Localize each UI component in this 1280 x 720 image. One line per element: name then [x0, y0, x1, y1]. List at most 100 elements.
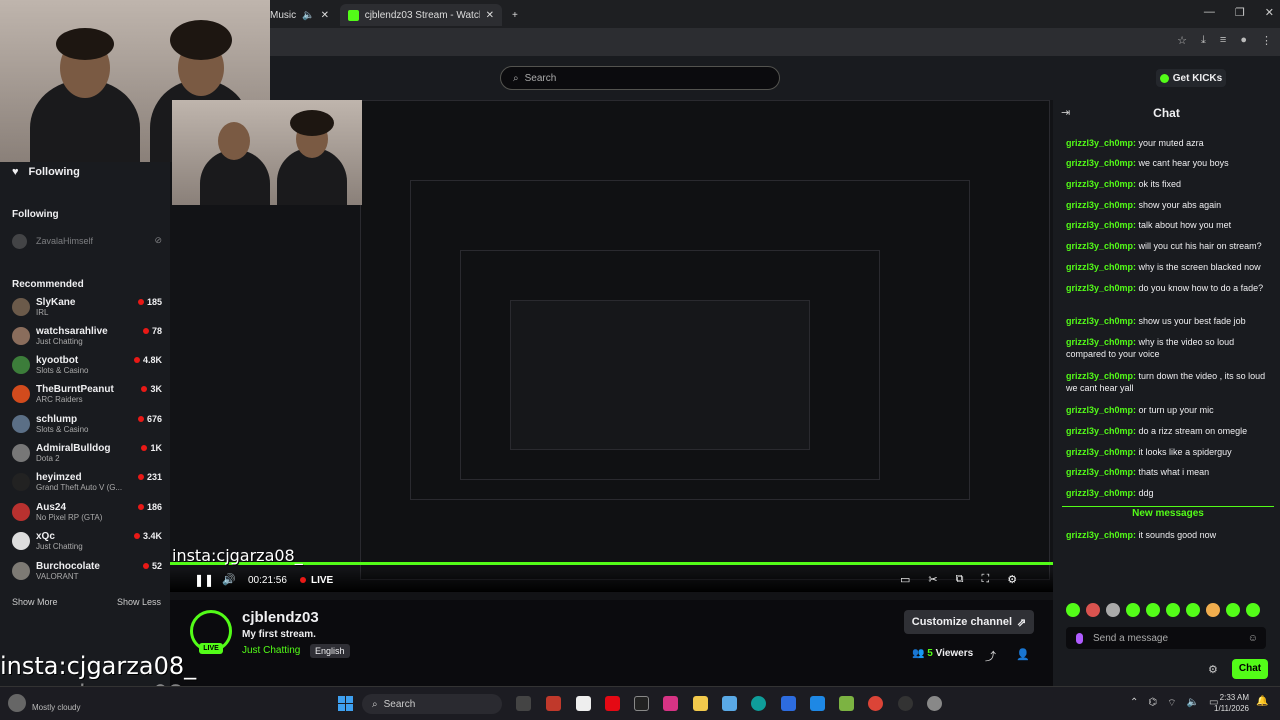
- settings-icon[interactable]: ⚙: [1007, 573, 1017, 586]
- pip-icon[interactable]: ⧉: [956, 573, 964, 586]
- sidebar-item-burchocolate[interactable]: Burchocolate VALORANT 52: [12, 561, 162, 583]
- sidebar-item-slykane[interactable]: SlyKane IRL 185: [12, 297, 162, 319]
- download-icon[interactable]: ⤓: [1201, 34, 1206, 47]
- search-input[interactable]: ⌕ Search: [500, 66, 780, 90]
- chat-text: ddg: [1138, 488, 1154, 498]
- chrome-icon[interactable]: [868, 696, 883, 711]
- chat-settings-icon[interactable]: ⚙: [1208, 663, 1218, 676]
- tab-music[interactable]: Music 🔈 ✕: [262, 4, 337, 26]
- obs-icon[interactable]: [898, 696, 913, 711]
- get-kicks-button[interactable]: Get KICKs: [1156, 69, 1226, 87]
- show-less-button[interactable]: Show Less: [117, 597, 161, 607]
- new-tab-button[interactable]: +: [504, 4, 526, 26]
- stream-category[interactable]: Just Chatting: [242, 645, 300, 656]
- chat-username[interactable]: grizzl3y_ch0mp:: [1066, 220, 1136, 230]
- emote-icon[interactable]: [1186, 603, 1200, 617]
- emote-icon[interactable]: [1206, 603, 1220, 617]
- windows-start-icon[interactable]: [338, 696, 353, 711]
- emote-icon[interactable]: [1126, 603, 1140, 617]
- sidebar-item-xqc[interactable]: xQc Just Chatting 3.4K: [12, 531, 162, 553]
- chat-username[interactable]: grizzl3y_ch0mp:: [1066, 447, 1136, 457]
- sidebar-following-header[interactable]: ♥ Following: [12, 166, 80, 178]
- youtube-icon[interactable]: [546, 696, 561, 711]
- sidebar-item-watchsarahlive[interactable]: watchsarahlive Just Chatting 78: [12, 326, 162, 348]
- close-tab-icon[interactable]: ✕: [486, 10, 494, 21]
- close-tab-icon[interactable]: ✕: [321, 10, 329, 21]
- taskbar-clock[interactable]: 2:33 AM 1/11/2026: [1214, 692, 1249, 714]
- chat-username[interactable]: grizzl3y_ch0mp:: [1066, 316, 1136, 326]
- chat-username[interactable]: grizzl3y_ch0mp:: [1066, 337, 1136, 347]
- chat-username[interactable]: grizzl3y_ch0mp:: [1066, 405, 1136, 415]
- show-more-button[interactable]: Show More: [12, 597, 58, 607]
- tab-stream[interactable]: cjblendz03 Stream - Watch Live ✕: [340, 4, 502, 26]
- network-icon[interactable]: ⌬: [1148, 697, 1157, 710]
- followed-channel[interactable]: ZavalaHimself ⊘: [12, 234, 162, 250]
- netflix-icon[interactable]: [605, 696, 620, 711]
- emote-icon[interactable]: [1086, 603, 1100, 617]
- amazon-icon[interactable]: [634, 696, 649, 711]
- folder-icon[interactable]: [693, 696, 708, 711]
- edge-icon[interactable]: [751, 696, 766, 711]
- channel-name[interactable]: cjblendz03: [242, 609, 319, 626]
- sidebar-item-aus24[interactable]: Aus24 No Pixel RP (GTA) 186: [12, 502, 162, 524]
- weather-icon[interactable]: [8, 694, 26, 712]
- chat-message-input[interactable]: Send a message ☺: [1066, 627, 1266, 649]
- chat-username[interactable]: grizzl3y_ch0mp:: [1066, 179, 1136, 189]
- chat-username[interactable]: grizzl3y_ch0mp:: [1066, 158, 1136, 168]
- customize-channel-button[interactable]: Customize channel ⇗: [904, 610, 1034, 634]
- chat-username[interactable]: grizzl3y_ch0mp:: [1066, 283, 1136, 293]
- instagram-icon[interactable]: [663, 696, 678, 711]
- emote-icon[interactable]: [1106, 603, 1120, 617]
- more-icon[interactable]: ⋮: [1261, 34, 1272, 47]
- app-icon[interactable]: [810, 696, 825, 711]
- sidebar-item-kyootbot[interactable]: kyootbot Slots & Casino 4.8K: [12, 355, 162, 377]
- chat-username[interactable]: grizzl3y_ch0mp:: [1066, 262, 1136, 272]
- chat-username[interactable]: grizzl3y_ch0mp:: [1066, 200, 1136, 210]
- clip-icon[interactable]: ✂: [928, 573, 937, 586]
- emote-icon[interactable]: [1226, 603, 1240, 617]
- menu-icon[interactable]: ≡: [1220, 34, 1226, 47]
- chat-username[interactable]: grizzl3y_ch0mp:: [1066, 426, 1136, 436]
- new-messages-divider[interactable]: New messages: [1062, 506, 1274, 520]
- theater-mode-icon[interactable]: ▭: [900, 573, 910, 586]
- sidebar-item-theburntpeanut[interactable]: TheBurntPeanut ARC Raiders 3K: [12, 384, 162, 406]
- settings-icon[interactable]: [927, 696, 942, 711]
- app-icon[interactable]: [722, 696, 737, 711]
- fullscreen-icon[interactable]: ⛶: [981, 573, 989, 586]
- emote-icon[interactable]: [1166, 603, 1180, 617]
- pause-icon[interactable]: ❚❚: [194, 573, 214, 587]
- emoji-icon[interactable]: ☺: [1248, 633, 1258, 644]
- chat-username[interactable]: grizzl3y_ch0mp:: [1066, 241, 1136, 251]
- app-icon[interactable]: [576, 696, 591, 711]
- wifi-icon[interactable]: ⌔: [1167, 697, 1176, 710]
- chat-username[interactable]: grizzl3y_ch0mp:: [1066, 488, 1136, 498]
- file-explorer-icon[interactable]: [516, 696, 531, 711]
- volume-icon[interactable]: 🔊: [222, 573, 236, 586]
- chat-username[interactable]: grizzl3y_ch0mp:: [1066, 138, 1136, 148]
- minimize-icon[interactable]: —: [1204, 6, 1215, 19]
- chat-username[interactable]: grizzl3y_ch0mp:: [1066, 371, 1136, 381]
- mic-icon[interactable]: [1076, 632, 1083, 644]
- language-tag[interactable]: English: [310, 644, 350, 658]
- chat-username[interactable]: grizzl3y_ch0mp:: [1066, 530, 1136, 540]
- user-options-icon[interactable]: 👤: [1016, 648, 1030, 661]
- sidebar-item-heyimzed[interactable]: heyimzed Grand Theft Auto V (G... 231: [12, 472, 162, 494]
- maximize-icon[interactable]: ❐: [1235, 6, 1245, 19]
- sidebar-item-admiralbulldog[interactable]: AdmiralBulldog Dota 2 1K: [12, 443, 162, 465]
- emote-icon[interactable]: [1246, 603, 1260, 617]
- notification-icon[interactable]: 🔔: [1256, 696, 1268, 707]
- chat-username[interactable]: grizzl3y_ch0mp:: [1066, 467, 1136, 477]
- star-icon[interactable]: ☆: [1177, 34, 1187, 47]
- emote-icon[interactable]: [1146, 603, 1160, 617]
- share-icon[interactable]: ⤴: [985, 648, 996, 664]
- app-icon[interactable]: [839, 696, 854, 711]
- chevron-up-icon[interactable]: ⌃: [1130, 697, 1138, 710]
- taskbar-search[interactable]: ⌕ Search: [362, 694, 502, 714]
- emote-icon[interactable]: [1066, 603, 1080, 617]
- send-chat-button[interactable]: Chat: [1232, 659, 1268, 679]
- profile-icon[interactable]: ●: [1240, 34, 1247, 47]
- close-window-icon[interactable]: ✕: [1265, 6, 1274, 19]
- volume-icon[interactable]: 🔈: [1187, 697, 1199, 710]
- sidebar-item-schlump[interactable]: schlump Slots & Casino 676: [12, 414, 162, 436]
- store-icon[interactable]: [781, 696, 796, 711]
